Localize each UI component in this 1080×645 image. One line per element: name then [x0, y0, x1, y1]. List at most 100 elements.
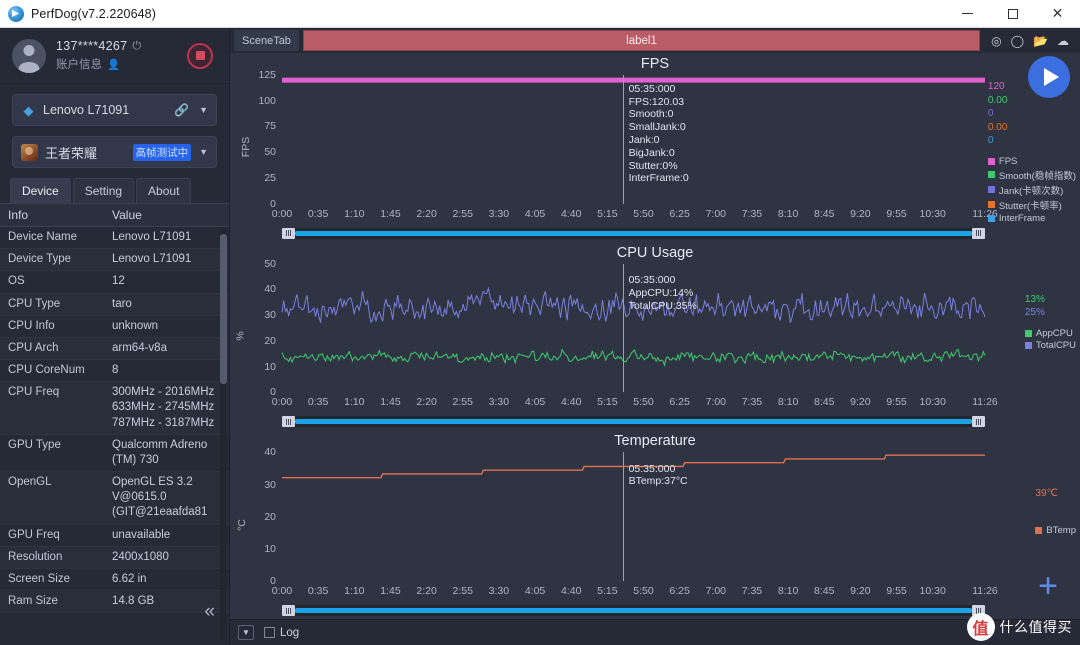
- log-checkbox-box[interactable]: [264, 627, 275, 638]
- x-axis-tick: 4:40: [560, 207, 582, 220]
- device-info-table: Info Value Device Name Lenovo L71091 Devic…: [0, 204, 229, 614]
- table-head: Info Value: [0, 204, 229, 227]
- plot-area[interactable]: 0 10 20 30 40 50 05:35:000 AppCPU:14% TotalCPU…: [264, 258, 985, 398]
- legend-item[interactable]: InterFrame: [987, 213, 1076, 224]
- table-cell-value: 300MHz - 2016MHz 633MHz - 2745MHz 787MHz -…: [104, 381, 229, 435]
- close-button[interactable]: ✕: [1035, 0, 1080, 27]
- add-chart-button[interactable]: +: [1038, 569, 1058, 603]
- table-cell-value: 2400x1080: [104, 546, 229, 569]
- folder-icon[interactable]: 📂: [1033, 35, 1048, 47]
- x-axis-tick: 1:45: [380, 585, 401, 598]
- table-row[interactable]: GPU Type Qualcomm Adreno (TM) 730: [0, 434, 229, 473]
- table-row[interactable]: OpenGL OpenGL ES 3.2 V@0615.0 (GIT@21eaaf…: [0, 471, 229, 525]
- table-row[interactable]: GPU Freq unavailable: [0, 524, 229, 547]
- tab-about[interactable]: About: [136, 178, 192, 203]
- chart-cpu-usage: CPU Usage% 0 10 20 30 40 50 05:35:000 AppCPU:14…: [230, 242, 1080, 431]
- scrollbar-grip-left[interactable]: [282, 227, 295, 239]
- power-icon[interactable]: ⏻: [132, 40, 141, 52]
- scrollbar-grip-right[interactable]: [972, 227, 985, 239]
- scene-label-banner[interactable]: label1: [302, 30, 981, 51]
- table-cell-value: unavailable: [104, 524, 229, 547]
- cloud-icon[interactable]: ☁: [1057, 35, 1069, 47]
- tab-device[interactable]: Device: [10, 178, 71, 203]
- app-selector[interactable]: 王者荣耀 高帧测试中 ▼: [12, 136, 217, 168]
- location-pin-icon[interactable]: ◎: [991, 35, 1001, 47]
- minimize-button[interactable]: [945, 0, 990, 27]
- series-paths: [282, 75, 985, 204]
- legend-item[interactable]: BTemp: [1035, 525, 1076, 536]
- table-cell-info: CPU Type: [0, 293, 104, 316]
- x-axis-tick: 3:30: [488, 396, 510, 409]
- x-axis-tick: 10:30: [919, 207, 946, 220]
- table-cell-info: CPU Info: [0, 315, 104, 338]
- legend-item[interactable]: FPS: [987, 156, 1076, 167]
- account-info-label[interactable]: 账户信息: [56, 56, 102, 72]
- table-row[interactable]: CPU Type taro: [0, 293, 229, 316]
- link-icon[interactable]: 🔗: [174, 103, 189, 117]
- statusbar-dropdown-button[interactable]: ▼: [238, 625, 254, 640]
- scrollbar-grip-left[interactable]: [282, 416, 295, 428]
- table-row[interactable]: Ram Size 14.8 GB: [0, 590, 229, 614]
- cursor-line[interactable]: [622, 75, 624, 204]
- maximize-button[interactable]: [990, 0, 1035, 27]
- table-row[interactable]: CPU Freq 300MHz - 2016MHz 633MHz - 2745MHz…: [0, 381, 229, 435]
- sidebar-scrollbar[interactable]: [220, 228, 227, 641]
- person-add-icon[interactable]: 👤: [107, 58, 120, 71]
- chevron-down-icon-app[interactable]: ▼: [199, 147, 208, 157]
- status-bar: ▼ Log: [230, 619, 1080, 645]
- log-checkbox[interactable]: Log: [264, 627, 299, 639]
- y-axis-label: °C: [235, 518, 248, 531]
- plot-area[interactable]: 0 25 50 75 100 125 05:35:000 FPS:120.03 Smooth…: [258, 69, 985, 210]
- legend-item[interactable]: Stutter(卡顿率): [987, 198, 1076, 212]
- plot-area[interactable]: 0 10 20 30 40 05:35:000 BTemp:37°C: [264, 446, 985, 587]
- main-panel: SceneTab label1 ◎ ◯ 📂 ☁ FPS FPS 0 25 50 75 100…: [230, 28, 1080, 645]
- scrollbar-track[interactable]: [295, 419, 972, 425]
- legend-item[interactable]: Smooth(稳帧指数): [987, 168, 1076, 182]
- user-avatar-icon: [12, 38, 46, 73]
- table-row[interactable]: Device Name Lenovo L71091: [0, 226, 229, 250]
- legend-swatch: [1035, 526, 1043, 534]
- timeline-scrollbar[interactable]: [282, 416, 985, 428]
- cursor-line[interactable]: [622, 452, 624, 582]
- x-axis-tick: 6:25: [669, 585, 690, 598]
- android-icon: ◆: [23, 102, 34, 118]
- scrollbar-grip-left[interactable]: [282, 605, 295, 617]
- tab-setting[interactable]: Setting: [72, 178, 135, 203]
- window-title: PerfDog(v7.2.220648): [31, 6, 156, 21]
- pin-icon[interactable]: ◯: [1011, 35, 1024, 47]
- legend-value: 13%: [1024, 293, 1045, 305]
- table-row[interactable]: CPU Arch arm64-v8a: [0, 337, 229, 361]
- chevron-down-icon[interactable]: ▼: [199, 105, 208, 115]
- scrollbar-grip-right[interactable]: [972, 416, 985, 428]
- cursor-line[interactable]: [622, 263, 624, 393]
- column-header-value: Value: [104, 204, 229, 227]
- x-axis-tick: 11:26: [972, 585, 998, 598]
- timeline-scrollbar[interactable]: [282, 227, 985, 239]
- sidebar-scrollbar-thumb[interactable]: [220, 234, 227, 384]
- table-cell-value: taro: [104, 293, 229, 316]
- timeline-scrollbar[interactable]: [282, 605, 985, 617]
- legend-item[interactable]: Jank(卡顿次数): [987, 183, 1076, 197]
- legend-item[interactable]: AppCPU: [1024, 328, 1076, 339]
- y-axis-tick: 25: [264, 171, 276, 184]
- table-row[interactable]: Resolution 2400x1080: [0, 546, 229, 569]
- scene-tab-button[interactable]: SceneTab: [234, 30, 299, 51]
- scrollbar-track[interactable]: [295, 608, 972, 614]
- table-row[interactable]: OS 12: [0, 270, 229, 294]
- device-info-table-wrap: Info Value Device Name Lenovo L71091 Devic…: [0, 203, 229, 645]
- x-axis-tick: 1:45: [380, 396, 401, 409]
- stop-record-button[interactable]: [187, 42, 213, 69]
- collapse-sidebar-icon[interactable]: «: [204, 602, 215, 621]
- scrollbar-track[interactable]: [295, 230, 972, 236]
- table-row[interactable]: Screen Size 6.62 in: [0, 568, 229, 592]
- x-axis-tick: 3:30: [488, 207, 510, 220]
- legend-item[interactable]: TotalCPU: [1024, 339, 1076, 351]
- legend-label: TotalCPU: [1035, 339, 1076, 351]
- play-button[interactable]: [1028, 56, 1070, 98]
- x-axis-tick: 9:20: [850, 585, 871, 598]
- table-row[interactable]: CPU Info unknown: [0, 315, 229, 338]
- x-axis-tick: 8:45: [814, 585, 835, 598]
- table-row[interactable]: Device Type Lenovo L71091: [0, 248, 229, 272]
- device-selector[interactable]: ◆ Lenovo L71091 🔗 ▼: [12, 94, 217, 126]
- table-row[interactable]: CPU CoreNum 8: [0, 359, 229, 383]
